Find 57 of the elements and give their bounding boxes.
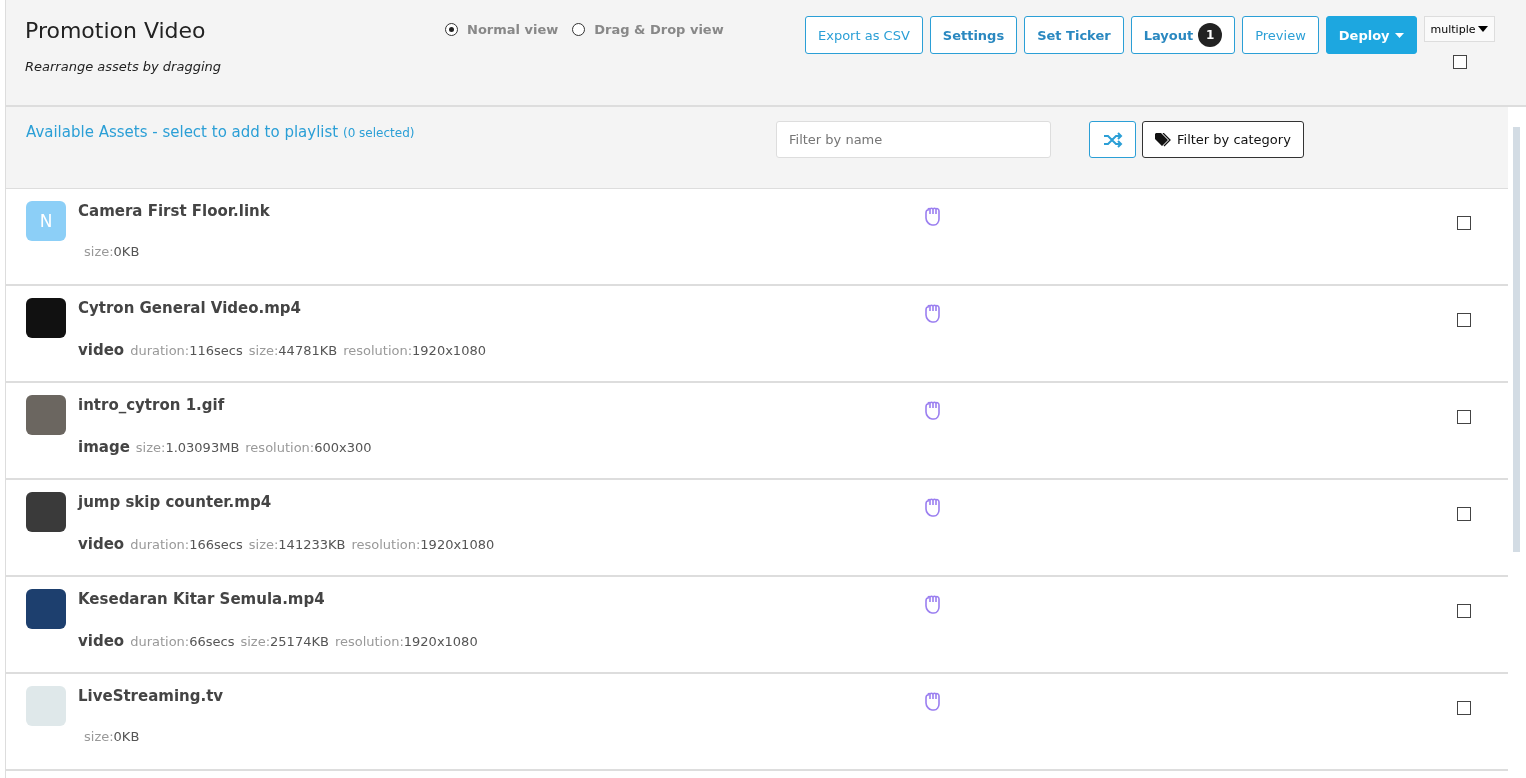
count-badge: 1 [1198,23,1223,47]
caret-icon [1478,26,1489,32]
asset-type: video [78,632,125,650]
asset-name: jump skip counter.mp4 [78,493,273,511]
photo-placeholder [26,589,66,629]
row-checkbox[interactable] [1457,604,1471,618]
asset-detail: size:1.03093MB [135,440,240,455]
asset-type: video [78,535,125,553]
page-title: Promotion Video [25,18,207,43]
row-checkbox[interactable] [1457,313,1471,327]
select-all-checkbox[interactable] [1452,55,1467,69]
asset-type: image [78,438,130,456]
asset-detail: resolution:1920x1080 [351,537,495,552]
asset-name: Kesedaran Kitar Semula.mp4 [78,590,326,608]
toolbar-button[interactable]: Settings [929,16,1018,54]
asset-detail: duration:66secs [130,634,235,649]
photo-placeholder [26,686,66,726]
row-checkbox[interactable] [1457,507,1471,521]
asset-detail: resolution:600x300 [245,440,372,455]
deploy-button[interactable]: Deploy [1325,16,1417,54]
mode-dropdown[interactable]: multiple [1423,16,1496,42]
asset-detail: duration:116secs [130,343,243,358]
asset-detail: size:0KB [84,244,140,259]
toolbar-button[interactable]: Export as CSV [805,16,923,54]
page-subtitle: Rearrange assets by dragging [25,59,223,74]
photo-placeholder [26,298,66,338]
asset-detail: resolution:1920x1080 [334,634,478,649]
asset-name: Cytron General Video.mp4 [78,299,302,317]
row-checkbox[interactable] [1457,410,1471,424]
view-radio[interactable] [445,23,458,36]
row-checkbox[interactable] [1457,216,1471,230]
toolbar-button[interactable]: Layout 1 [1130,16,1236,54]
assets-heading: Available Assets - select to add to playlist (0 selected) [26,122,416,141]
asset-detail: duration:166secs [130,537,243,552]
category-filter-button[interactable]: Filter by category [1142,121,1304,158]
tag-icon [1155,132,1171,147]
photo-placeholder [26,395,66,435]
asset-name: Camera First Floor.link [78,202,271,220]
asset-detail: size:25174KB [240,634,329,649]
view-radio[interactable] [572,23,586,36]
row-checkbox[interactable] [1457,701,1471,715]
asset-detail: resolution:1920x1080 [343,343,486,358]
toolbar-button[interactable]: Preview [1242,16,1319,54]
toolbar-button[interactable]: Set Ticker [1024,16,1124,54]
asset-name: LiveStreaming.tv [78,687,225,705]
shuffle-button[interactable] [1089,121,1136,158]
asset-name: intro_cytron 1.gif [78,396,226,414]
photo-placeholder [26,492,66,532]
asset-type: video [78,341,125,359]
view-label[interactable]: Drag & Drop view [594,22,724,37]
asset-detail: size:141233KB [248,537,346,552]
filter-field[interactable]: Filter by name [776,121,1051,158]
shuffle-icon [1102,131,1123,148]
view-label[interactable]: Normal view [467,22,559,37]
asset-detail: size:0KB [84,729,140,744]
letter-avatar: N [26,201,66,241]
asset-detail: size:44781KB [248,343,338,358]
